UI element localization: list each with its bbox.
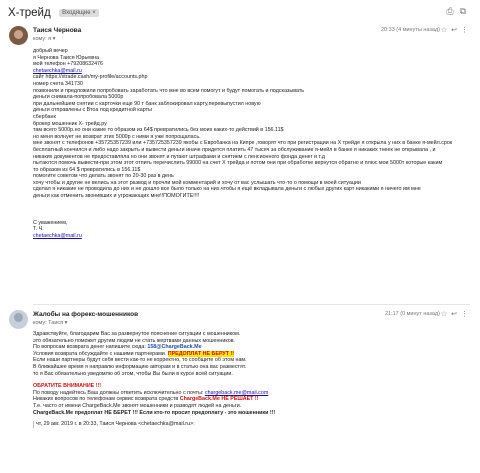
- body-line: позвонили и предложили попробовать зараб…: [33, 87, 305, 94]
- body-line: Здравствуйте, благодарим Вас за разверну…: [33, 331, 241, 337]
- message-time: 21:17 (0 минут назад): [384, 311, 440, 317]
- sender-name[interactable]: Жалобы на форекс-мошенников: [33, 311, 138, 318]
- body-line: сделал я никакие не проводила до них и н…: [33, 186, 421, 193]
- message-body: добрый вечер я Чернова Таися Юрьевна мой…: [33, 48, 470, 239]
- recipient-line[interactable]: кому: Таися ▾: [33, 320, 67, 326]
- reply-icon[interactable]: ↩: [451, 311, 461, 318]
- attention-line: По поводу надейтесь Ваш должны ответить …: [33, 389, 204, 396]
- subject-toolbar: ⎙⧉: [446, 6, 472, 17]
- reply-icon[interactable]: ↩: [451, 27, 461, 34]
- quoted-header: чт, 29 авг. 2019 г. в 20:33, Таися Черно…: [33, 421, 470, 428]
- body-line: брокер мошенник Х- трейд.ру: [33, 120, 107, 127]
- body-line: я Чернова Таися Юрьевна: [33, 54, 99, 61]
- contact-prompt: По вопросам возврата денег напишите сюда…: [33, 344, 146, 351]
- body-line: Никаких вопросов по телефонам сервис воз…: [33, 396, 470, 403]
- body-line: добрый вечер: [33, 48, 68, 54]
- attention-title: ОБРАТИТЕ ВНИМАНИЕ !!!: [33, 383, 102, 390]
- open-new-window-icon[interactable]: ⧉: [460, 6, 472, 16]
- signature-initials: Т. Ч.: [33, 226, 44, 233]
- body-line: деньги отправлены с Втоа под кредитной к…: [33, 107, 152, 114]
- body-line: номер счета 341730: [33, 80, 83, 87]
- body-line: сбербанк: [33, 113, 56, 120]
- body-line: ChargeBack.Me предоплат НЕ БЕРЁТ !!! Есл…: [33, 409, 276, 416]
- body-line: По поводу надейтесь Ваш должны ответить …: [33, 390, 470, 397]
- message-actions: ☆↩⋮: [441, 26, 472, 34]
- body-line: то образом из 64 $ превратились в 156.11…: [33, 166, 141, 173]
- message-time: 20:33 (4 минуты назад): [380, 27, 440, 33]
- sender-avatar[interactable]: [9, 26, 28, 45]
- body-line: пытаются помочь вывести-при этом этот от…: [33, 160, 443, 167]
- no-prepay-highlight: ПРЕДОПЛАТ НЕ БЕРУТ !!: [167, 350, 235, 357]
- email-subject-bar: Х-трейд Входящие × ⎙⧉: [8, 4, 472, 22]
- body-line: деньги как отменить звонивших и угрожающ…: [33, 193, 200, 200]
- body-line: при дальнейшем снятии с карточки еще 90 …: [33, 100, 261, 107]
- email-subject: Х-трейд: [8, 6, 51, 19]
- message-divider: [33, 304, 470, 305]
- body-line: помогите советом что делать звонят по 20…: [33, 173, 174, 180]
- star-icon[interactable]: ☆: [441, 311, 451, 318]
- body-line: Условия возврата обсуждайте с нашими пар…: [33, 350, 470, 358]
- body-line: мне звонят с телефонов +35725357239 или …: [33, 140, 453, 147]
- body-line: мой телефон +79208632476: [33, 61, 104, 68]
- body-line: деньги снимала-попробовала 5000р: [33, 94, 124, 101]
- signature-greeting: С уважением,: [33, 219, 68, 226]
- inbox-label-badge[interactable]: Входящие ×: [59, 8, 99, 17]
- body-line: хочу чтобы и другие не велись на этот ра…: [33, 179, 361, 186]
- site-link[interactable]: сайт https://xtrade.cash/my-profile/acco…: [33, 74, 470, 81]
- message-actions: ☆↩⋮: [441, 310, 472, 318]
- body-line: то я Вас обязательно уведомлю об этом, ч…: [33, 370, 233, 377]
- body-line: Т.е. часто от имени ChargeBack.Me звонят…: [33, 402, 242, 409]
- body-line: никаких документов не предоставляла но о…: [33, 153, 325, 160]
- sender-avatar[interactable]: [9, 310, 28, 329]
- more-icon[interactable]: ⋮: [461, 311, 472, 318]
- conditions-text: Условия возврата обсуждайте с нашими пар…: [33, 350, 167, 357]
- more-icon[interactable]: ⋮: [461, 27, 472, 34]
- message-body: Здравствуйте, благодарим Вас за разверну…: [33, 331, 470, 428]
- recipient-line[interactable]: кому: я ▾: [33, 36, 55, 42]
- email-link[interactable]: chetaechka@mail.ru: [33, 68, 470, 75]
- attention-phone-note: ChargeBack.Me НЕ РЕШАЕТ !!: [179, 396, 259, 403]
- signature-email-link[interactable]: chetaechka@mail.ru: [33, 233, 470, 240]
- star-icon[interactable]: ☆: [441, 27, 451, 34]
- sender-name[interactable]: Таися Чернова: [33, 27, 81, 34]
- body-line: но меня волнует не возврат этих 5000р с …: [33, 133, 201, 140]
- body-line: По вопросам возврата денег напишите сюда…: [33, 344, 470, 351]
- body-line: там всего 5000р.но они какие то образом …: [33, 127, 284, 134]
- print-icon[interactable]: ⎙: [446, 6, 459, 16]
- body-line: Если наши партнеры будут себя вести как-…: [33, 357, 247, 364]
- body-line: бесплатный кончился и либо надо закрыть …: [33, 146, 436, 153]
- chargeback-email-link[interactable]: 158@ChargeBack.Me: [147, 344, 201, 350]
- attention-line: Никаких вопросов по телефонам сервис воз…: [33, 396, 179, 403]
- attention-email-link[interactable]: chargeback.me@mail.com: [205, 390, 268, 396]
- body-line: это обязательно поможет другим людям не …: [33, 337, 236, 344]
- body-line: В ближайшее время я направлю информацию …: [33, 363, 247, 370]
